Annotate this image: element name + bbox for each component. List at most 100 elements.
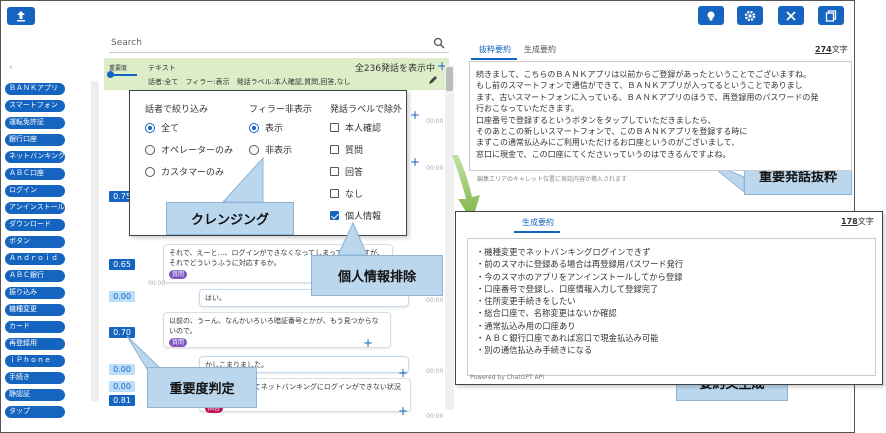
char-unit: 文字	[857, 217, 874, 226]
summary-text-editor[interactable]: ・機種変更でネットバンキングログインできず・前のスマホに登録ある場合は再登録用パ…	[467, 238, 876, 376]
add-utterance-icon[interactable]: +	[410, 156, 420, 168]
extract-text-editor[interactable]: 続きまして、こちらのＢＡＮＫアプリは以前からご登録があったということでございます…	[469, 61, 852, 171]
checkbox[interactable]	[330, 123, 339, 132]
search-icon[interactable]	[433, 37, 445, 49]
keyword-tag[interactable]: 銀行口座	[5, 134, 65, 146]
keyword-tag[interactable]: ＡＢＣ口座	[5, 168, 65, 180]
utterance-count: 全236発話を表示中	[354, 64, 435, 74]
keyword-tag[interactable]: カード	[5, 321, 65, 333]
keyword-tag[interactable]: 機種変更	[5, 304, 65, 316]
option-label: なし	[345, 190, 364, 200]
keyword-tag[interactable]: 再登録用	[5, 338, 65, 350]
label-option-answer[interactable]: 回答	[330, 165, 363, 178]
checkbox-checked[interactable]	[330, 211, 339, 220]
extract-line: 口座番号で登録するというボタンをタップしていただきましたら、	[476, 115, 716, 125]
summary-line: ・ＡＢＣ銀行口座であれば窓口で現金払込み可能	[476, 333, 659, 344]
speaker-filter-heading: 話者で絞り込み	[145, 105, 209, 115]
checkbox[interactable]	[330, 167, 339, 176]
customer-utterance[interactable]: 以前の、うーん、なんかいろいろ暗証番号とかが、もう見つからないので。 質問	[163, 312, 391, 348]
idea-button[interactable]	[698, 6, 724, 25]
utterance-text: 以前の、うーん、なんかいろいろ暗証番号とかが、もう見つからないので。	[169, 317, 379, 335]
radio[interactable]	[145, 166, 155, 177]
speaker-option-all[interactable]: 全て	[145, 121, 179, 134]
option-label: 本人確認	[345, 124, 382, 134]
keyword-tag[interactable]: ボタン	[5, 236, 65, 248]
option-label: 回答	[345, 168, 364, 178]
filler-option-show[interactable]: 表示	[249, 121, 283, 134]
summary-line: ・総合口座で、名称変更はないか確認	[476, 308, 617, 319]
powered-by-label: Powered by ChatGPT API	[470, 374, 545, 381]
upload-button[interactable]	[7, 7, 35, 25]
importance-score: 0.70	[109, 327, 135, 338]
personal-info-callout: 個人情報排除	[311, 255, 443, 296]
checkbox[interactable]	[330, 145, 339, 154]
collapse-left-icon[interactable]: ‹	[9, 63, 13, 73]
option-label: 非表示	[265, 146, 293, 156]
keyword-tag[interactable]: タップ	[5, 406, 65, 418]
add-utterance-icon[interactable]: +	[410, 109, 420, 121]
filter-header-bar: 重要度 テキスト 話者:全て フィラー:表示 発話ラベル:本人確認,質問,回答,…	[104, 58, 449, 90]
keyword-tag[interactable]: 振り込み	[5, 287, 65, 299]
filler-option-hide[interactable]: 非表示	[249, 143, 292, 156]
cleansing-callout: クレンジング	[166, 202, 294, 235]
importance-score: 0.00	[109, 364, 135, 375]
checkbox[interactable]	[330, 189, 339, 198]
keyword-tag[interactable]: 手続き	[5, 372, 65, 384]
keyword-tag[interactable]: アンインストール	[5, 202, 65, 214]
extract-line: 窓口に現金で、この口座にてくださいっていうのはできるんですよね。	[476, 149, 731, 159]
keyword-tag[interactable]: ダウンロード	[5, 219, 65, 231]
add-utterance-icon[interactable]: +	[363, 337, 373, 349]
summary-line: ・今のスマホのアプリをアンインストールしてから登録	[476, 271, 683, 282]
option-label: オペレーターのみ	[161, 146, 234, 156]
tab-generated-summary-active[interactable]: 生成要約	[522, 217, 554, 228]
text-column-label: テキスト	[148, 64, 176, 72]
extract-line: ます、古いスマートフォンに入っている、ＢＡＮＫアプリのほうで、再登録用のパスワー…	[476, 92, 819, 102]
tag-list-scrollbar[interactable]	[91, 81, 99, 401]
generated-summary-panel: 生成要約 178文字 ・機種変更でネットバンキングログインできず・前のスマホに登…	[455, 211, 883, 385]
speaker-option-operator[interactable]: オペレーターのみ	[145, 143, 233, 156]
summary-char-count: 178文字	[841, 216, 874, 227]
filler-filter-heading: フィラー非表示	[249, 105, 312, 115]
radio[interactable]	[145, 144, 155, 155]
option-label: 個人情報	[345, 212, 382, 222]
label-option-personal[interactable]: 個人情報	[330, 209, 381, 222]
speaker-option-customer[interactable]: カスタマーのみ	[145, 165, 224, 178]
importance-score: 0.81	[109, 395, 135, 406]
extract-line: そのあとこの新しいスマートフォンで、このＢＡＮＫアプリを登録する時に	[476, 127, 748, 137]
keyword-tag[interactable]: ＢＡＮＫアプリ	[5, 83, 65, 95]
lightbulb-icon	[707, 11, 715, 20]
summary-line: ・機種変更でネットバンキングログインできず	[476, 247, 651, 257]
search-input[interactable]: Search	[109, 35, 449, 53]
settings-button[interactable]	[737, 6, 763, 25]
conversation-scrollbar[interactable]	[445, 65, 454, 410]
pencil-icon[interactable]	[428, 75, 438, 85]
keyword-tag[interactable]: ｉＰｈｏｎｅ	[5, 355, 65, 367]
add-utterance-icon[interactable]: +	[398, 405, 408, 417]
label-option-none[interactable]: なし	[330, 187, 363, 200]
timestamp: 00:00	[148, 280, 166, 287]
timestamp: 00:00	[426, 165, 444, 172]
keyword-tag[interactable]: Ａｎｄｒｏｉｄ	[5, 253, 65, 265]
summary-line: ・前のスマホに登録ある場合は再登録用パスワード発行	[476, 259, 684, 270]
keyword-tag[interactable]: ＡＢＣ銀行	[5, 270, 65, 282]
char-unit: 文字	[831, 45, 848, 54]
label-option-question[interactable]: 質問	[330, 143, 363, 156]
keyword-tag[interactable]: 静認証	[5, 389, 65, 401]
keyword-tag[interactable]: ネットバンキング	[5, 151, 65, 163]
label-option-identity[interactable]: 本人確認	[330, 121, 381, 134]
radio[interactable]	[249, 144, 259, 155]
keyword-tag[interactable]: 運転免許証	[5, 117, 65, 129]
conversation-scrollbar-thumb[interactable]	[446, 67, 453, 91]
close-button[interactable]	[778, 6, 804, 25]
importance-score: 0.00	[109, 291, 135, 302]
importance-slider-handle[interactable]	[107, 71, 114, 78]
keyword-tag[interactable]: ログイン	[5, 185, 65, 197]
copy-button[interactable]	[818, 6, 844, 25]
radio-selected[interactable]	[145, 122, 155, 133]
active-tab-indicator	[514, 231, 560, 233]
tab-extract-summary[interactable]: 抜粋要約	[479, 44, 511, 55]
keyword-tag[interactable]: スマートフォン	[5, 100, 65, 112]
option-label: 全て	[161, 124, 180, 134]
radio-selected[interactable]	[249, 122, 259, 133]
tab-generated-summary[interactable]: 生成要約	[524, 44, 556, 55]
